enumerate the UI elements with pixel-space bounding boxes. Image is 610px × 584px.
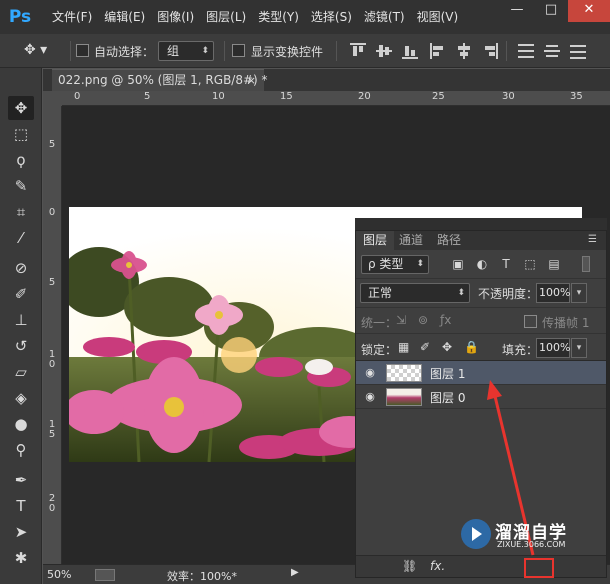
watermark-url: ZIXUE.3066.COM [497, 540, 566, 549]
annotation-overlay [487, 380, 535, 556]
play-logo-icon [461, 519, 491, 549]
new-layer-button-highlight [524, 558, 554, 578]
watermark: 溜溜自学 ZIXUE.3066.COM [457, 515, 577, 557]
annotation-arrowhead [487, 380, 502, 400]
